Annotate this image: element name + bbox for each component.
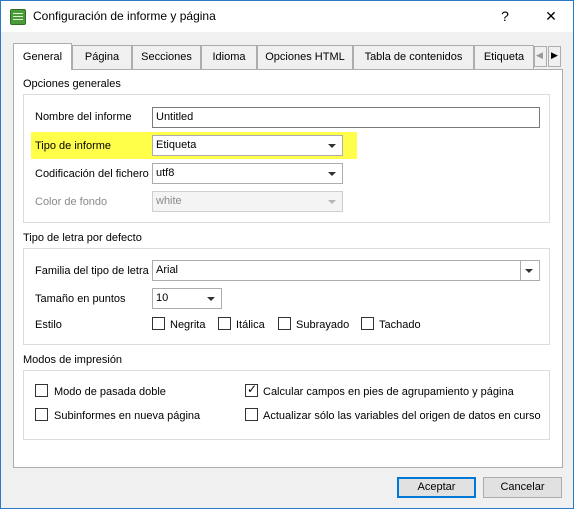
report-name-label: Nombre del informe: [35, 111, 132, 123]
tab-opciones-html[interactable]: Opciones HTML: [257, 45, 353, 69]
chevron-down-icon: [328, 144, 336, 148]
underline-checkbox[interactable]: [278, 317, 291, 330]
title-bar: Configuración de informe y página ? ✕: [1, 1, 573, 32]
font-size-label: Tamaño en puntos: [35, 293, 126, 305]
encoding-select[interactable]: utf8: [152, 163, 343, 184]
encoding-value: utf8: [156, 167, 175, 179]
chevron-down-icon: [525, 269, 533, 273]
background-color-label: Color de fondo: [35, 196, 108, 208]
font-size-select[interactable]: 10: [152, 288, 222, 309]
font-family-label: Familia del tipo de letra: [35, 265, 149, 277]
default-font-title: Tipo de letra por defecto: [23, 232, 142, 244]
tab-idioma[interactable]: Idioma: [201, 45, 257, 69]
report-type-label: Tipo de informe: [35, 140, 112, 152]
subreports-label: Subinformes en nueva página: [54, 410, 201, 422]
font-family-select[interactable]: Arial: [152, 260, 540, 281]
subreports-checkbox[interactable]: [35, 408, 48, 421]
underline-label: Subrayado: [296, 319, 350, 331]
chevron-down-icon: [328, 172, 336, 176]
combo-separator: [520, 261, 521, 280]
italic-checkbox[interactable]: [218, 317, 231, 330]
chevron-right-icon: ▶: [551, 50, 558, 60]
strikethrough-label: Tachado: [379, 319, 421, 331]
tab-etiqueta[interactable]: Etiqueta: [474, 45, 534, 69]
cancel-button[interactable]: Cancelar: [483, 477, 562, 498]
calc-footers-label: Calcular campos en pies de agrupamiento …: [263, 386, 514, 398]
window-title: Configuración de informe y página: [33, 9, 216, 23]
double-pass-label: Modo de pasada doble: [54, 386, 166, 398]
calc-footers-checkbox[interactable]: [245, 382, 258, 397]
encoding-label: Codificación del fichero: [35, 168, 149, 180]
tab-scroll-left-button[interactable]: ◀: [534, 46, 547, 67]
tab-tabla-contenidos[interactable]: Tabla de contenidos: [353, 45, 474, 69]
italic-label: Itálica: [236, 319, 265, 331]
tab-pagina[interactable]: Página: [72, 45, 132, 69]
double-pass-checkbox[interactable]: [35, 384, 48, 397]
accept-button[interactable]: Aceptar: [397, 477, 476, 498]
report-type-select[interactable]: Etiqueta: [152, 135, 343, 156]
report-app-icon: [10, 9, 26, 25]
chevron-down-icon: [207, 297, 215, 301]
background-color-value: white: [156, 195, 182, 207]
font-style-label: Estilo: [35, 319, 62, 331]
chevron-down-icon: [328, 200, 336, 204]
update-vars-checkbox[interactable]: [245, 408, 258, 421]
help-button[interactable]: ?: [493, 6, 517, 26]
bold-checkbox[interactable]: [152, 317, 165, 330]
font-family-value: Arial: [156, 264, 179, 276]
report-type-value: Etiqueta: [156, 139, 197, 151]
chevron-left-icon: ◀: [536, 50, 543, 60]
general-options-title: Opciones generales: [23, 78, 121, 90]
print-modes-title: Modos de impresión: [23, 354, 123, 366]
tab-general[interactable]: General: [13, 43, 72, 70]
bold-label: Negrita: [170, 319, 206, 331]
print-modes-group: [23, 370, 550, 440]
dialog-window: Configuración de informe y página ? ✕ Ge…: [0, 0, 574, 509]
close-button[interactable]: ✕: [539, 6, 563, 26]
tab-scroll-right-button[interactable]: ▶: [548, 46, 561, 67]
strikethrough-checkbox[interactable]: [361, 317, 374, 330]
background-color-select: white: [152, 191, 343, 212]
update-vars-label: Actualizar sólo las variables del origen…: [263, 410, 541, 422]
report-name-input[interactable]: Untitled: [152, 107, 540, 128]
tab-secciones[interactable]: Secciones: [132, 45, 201, 69]
font-size-value: 10: [156, 292, 169, 304]
